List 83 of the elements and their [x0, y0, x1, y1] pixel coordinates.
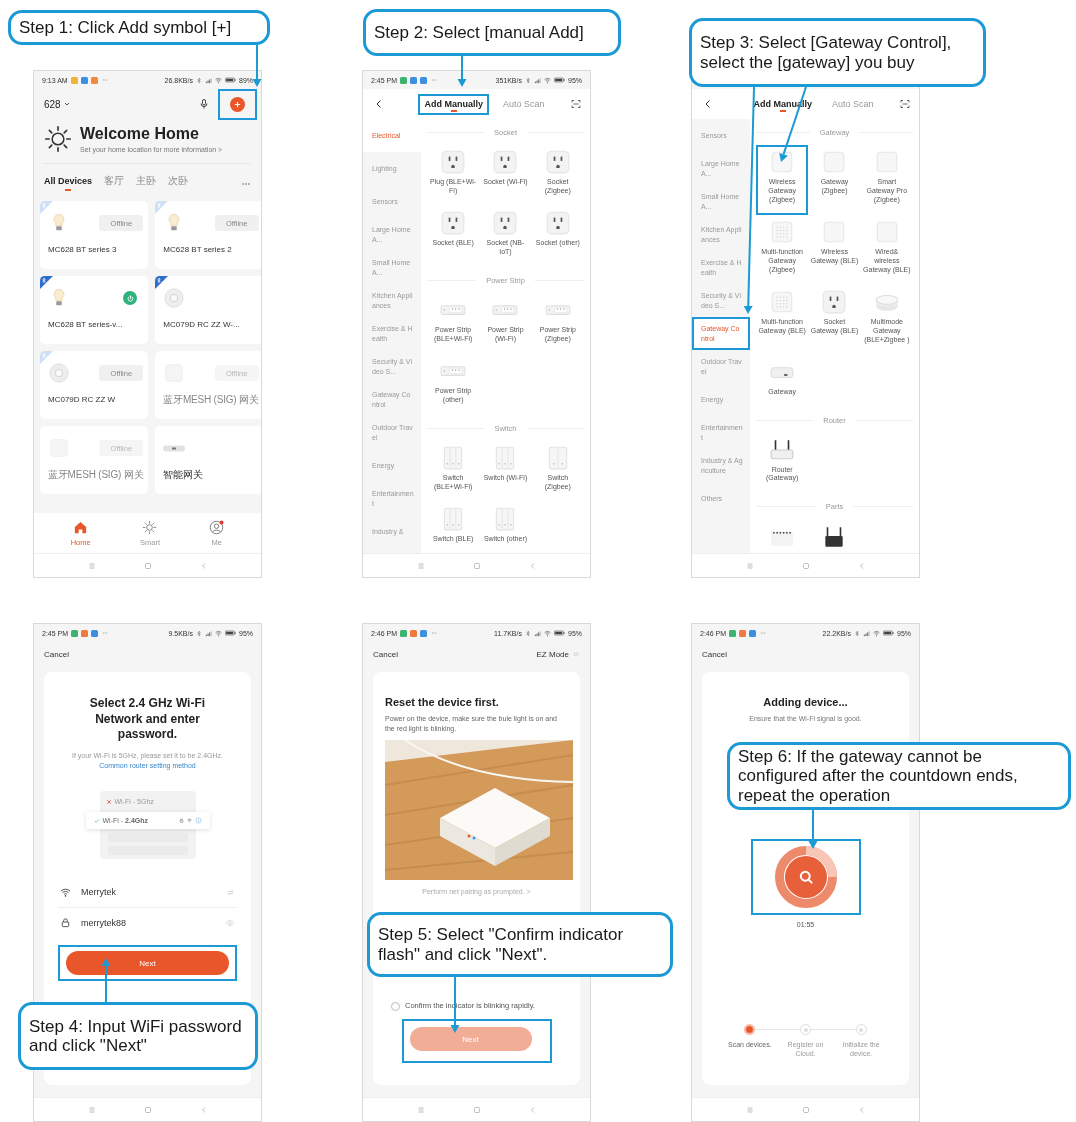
tab[interactable]: Add Manually [418, 93, 489, 115]
battery-icon [225, 77, 236, 83]
device-name: MC628 BT series 3 [48, 245, 118, 254]
battery-icon [225, 630, 236, 636]
device-name: MC628 BT series 2 [163, 245, 233, 254]
hub-icon [163, 444, 186, 452]
device-name: MC079D RC ZZ W-... [163, 320, 241, 329]
scan-icon[interactable] [570, 98, 582, 110]
signal-icon [534, 76, 541, 84]
network-field[interactable]: Merrytek [58, 877, 237, 908]
microphone-icon[interactable] [198, 98, 210, 110]
step-callout: Step 5: Select "Confirm indicator flash" and click "Next". [367, 912, 673, 977]
device-name: 蓝牙MESH (SIG) 网关 [163, 393, 259, 407]
wifi-icon [215, 629, 222, 637]
bluetooth-icon [196, 629, 202, 637]
wifi-icon [60, 886, 71, 898]
bluetooth-icon [525, 76, 531, 84]
signal-icon [534, 629, 541, 637]
signal-icon [863, 629, 870, 637]
next-button[interactable]: Next [66, 951, 229, 976]
socket-icon [821, 288, 848, 315]
cancel-button[interactable]: Cancel [373, 649, 398, 659]
power-button[interactable] [123, 291, 138, 305]
wifi-icon [873, 629, 880, 637]
step-callout: Step 4: Input WiFi password and click "Next" [18, 1002, 258, 1070]
device-name: 蓝牙MESH (SIG) 网关 [48, 468, 144, 482]
socket-icon [440, 209, 467, 236]
ez-mode-button[interactable]: EZ Mode [536, 649, 580, 659]
battery-icon [554, 630, 565, 636]
round-device-icon [48, 362, 70, 384]
home-selector[interactable]: 628 [44, 98, 71, 110]
room-tab[interactable]: 客厅 [104, 174, 125, 193]
signal-icon [205, 76, 212, 84]
device-name: MC079D RC ZZ W [48, 395, 117, 404]
plus-icon [233, 99, 242, 109]
device-card[interactable]: MC628 BT series-v... [40, 276, 149, 344]
callout-arrow [457, 55, 467, 87]
callout-arrow [252, 44, 262, 87]
swap-icon [572, 650, 580, 658]
dialog-title: Reset the device first. [385, 696, 500, 708]
socket-icon [544, 149, 571, 175]
eye-icon [225, 917, 235, 928]
device-card[interactable]: 智能网关 [155, 426, 261, 494]
lock-icon [178, 818, 184, 824]
signal-icon [205, 629, 212, 637]
socket-icon [492, 149, 519, 175]
device-card[interactable]: MC079D RC ZZ W-... [155, 276, 261, 344]
cancel-button[interactable]: Cancel [44, 649, 69, 659]
welcome-title: Welcome Home [80, 125, 200, 143]
cancel-button[interactable]: Cancel [702, 649, 727, 659]
bluetooth-icon [525, 629, 531, 637]
step-callout: Step 3: Select [Gateway Control], select the [gateway] you buy [689, 18, 986, 87]
device-name: MC628 BT series-v... [48, 320, 124, 329]
step-callout: Step 1: Click Add symbol [+] [8, 10, 270, 45]
swap-icon [226, 887, 235, 897]
password-field[interactable]: merrytek88 [58, 907, 237, 938]
wifi-icon [544, 76, 551, 84]
socket-icon [492, 209, 519, 236]
power-icon [125, 293, 135, 303]
bluetooth-icon [196, 76, 202, 84]
scanning-ring-drawing [772, 844, 839, 910]
device-name: 智能网关 [163, 468, 204, 482]
wifi-icon [215, 76, 222, 84]
step-callout: Step 2: Select [manual Add] [363, 9, 621, 56]
dialog-title: Adding device... [762, 696, 849, 708]
step-callout: Step 6: If the gateway cannot be configured after the countdown ends, repeat the operation [727, 742, 1071, 810]
room-tab[interactable]: All Devices [44, 176, 93, 191]
socket-icon [440, 149, 467, 175]
add-button[interactable] [230, 96, 245, 112]
info-icon [194, 817, 202, 825]
round-device-icon [163, 287, 186, 309]
wifi-icon [186, 818, 192, 824]
bluetooth-icon [854, 629, 860, 637]
scan-icon[interactable] [899, 98, 911, 110]
battery-icon [554, 77, 565, 83]
room-tab[interactable]: 主卧 [136, 174, 157, 193]
battery-icon [883, 630, 894, 636]
lock-icon [60, 917, 71, 929]
chevron-down-icon [62, 100, 71, 108]
socket-icon [544, 209, 571, 236]
wifi-icon [544, 629, 551, 637]
dialog-title: Select 2.4 GHz Wi-Fi Network and enter password. [88, 696, 207, 743]
sun-icon [44, 125, 72, 153]
